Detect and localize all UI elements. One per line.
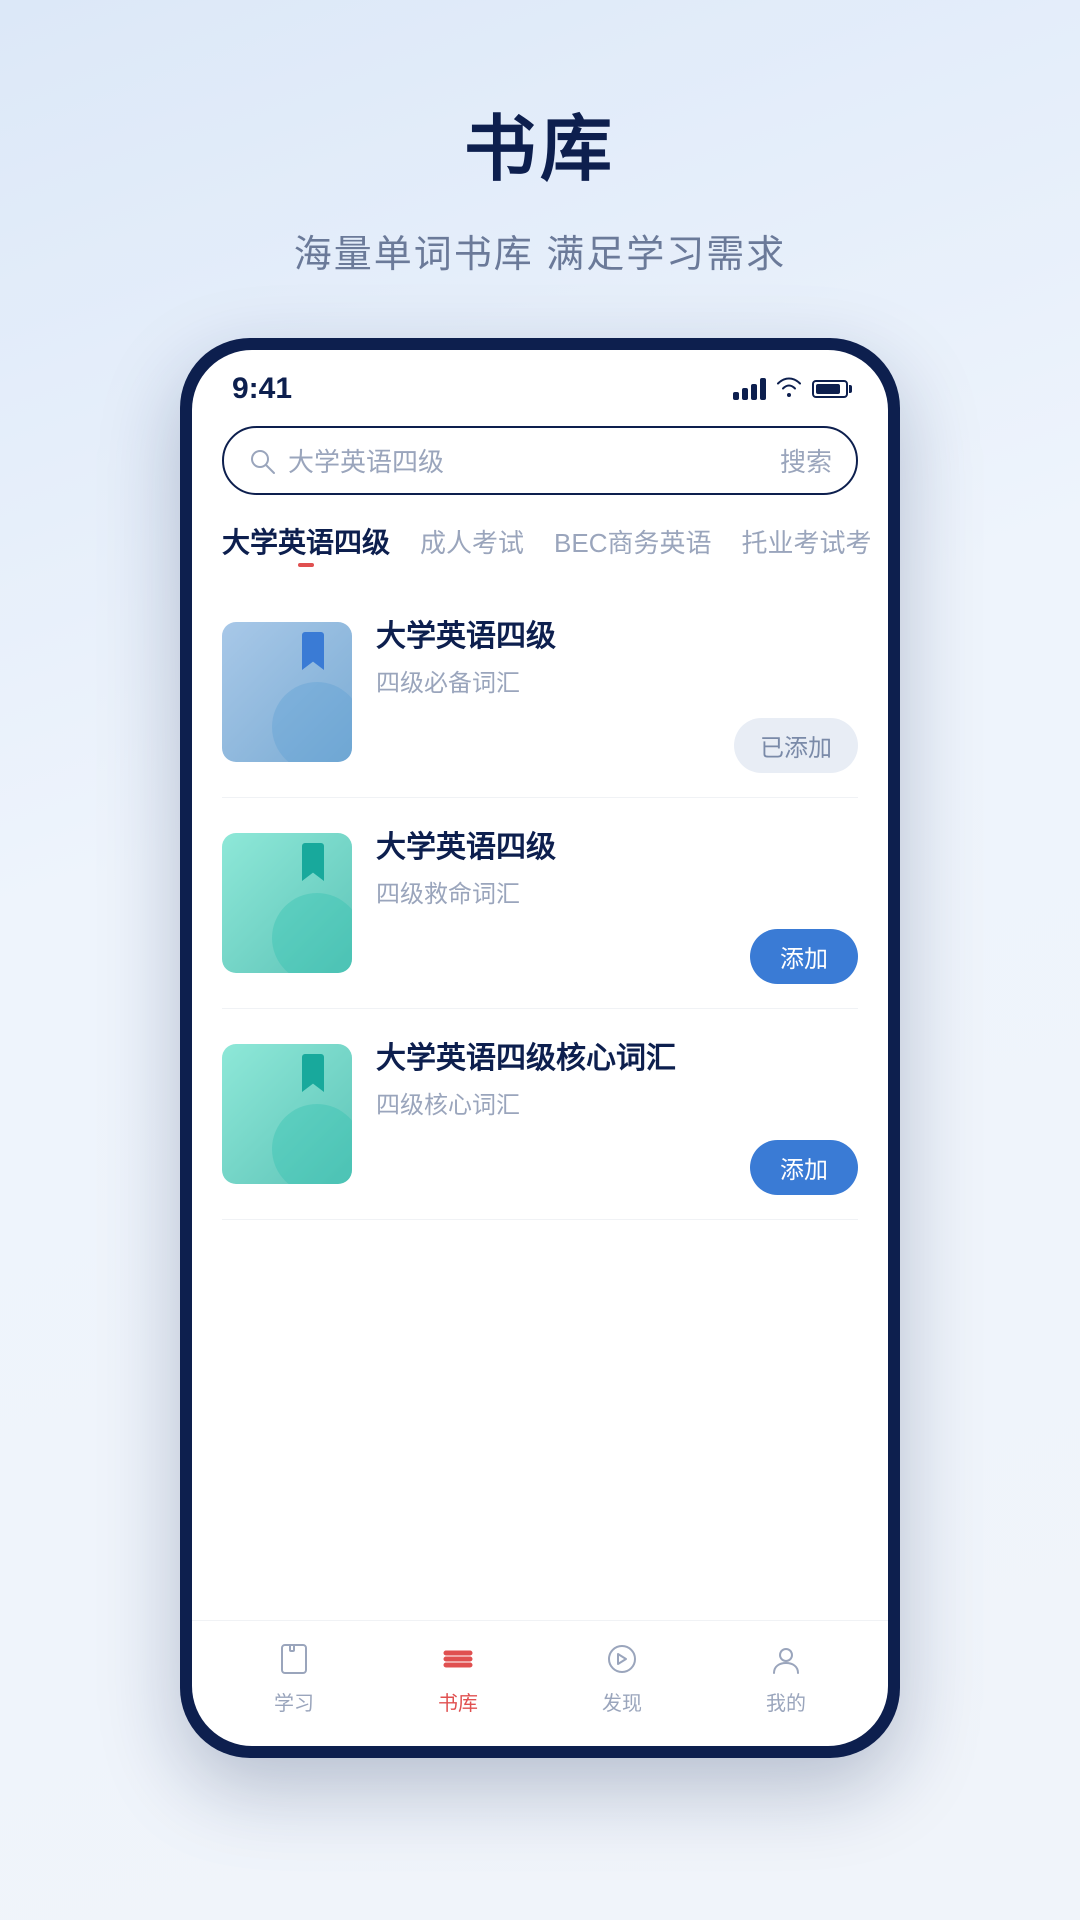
nav-label-mine: 我的 [766, 1687, 806, 1716]
list-item: 大学英语四级核心词汇 四级核心词汇 添加 [222, 1009, 858, 1220]
nav-item-library[interactable]: 书库 [436, 1637, 480, 1716]
search-icon [248, 447, 276, 475]
library-icon [436, 1637, 480, 1681]
book-name-1: 大学英语四级 [376, 611, 858, 655]
mine-icon [764, 1637, 808, 1681]
book-desc-2: 四级救命词汇 [376, 874, 858, 909]
nav-item-discover[interactable]: 发现 [600, 1637, 644, 1716]
book-desc-1: 四级必备词汇 [376, 663, 858, 698]
nav-item-mine[interactable]: 我的 [764, 1637, 808, 1716]
list-item: 大学英语四级 四级必备词汇 已添加 [222, 587, 858, 798]
study-icon [272, 1637, 316, 1681]
nav-item-study[interactable]: 学习 [272, 1637, 316, 1716]
signal-icon [733, 378, 766, 400]
book-desc-3: 四级核心词汇 [376, 1085, 858, 1120]
search-placeholder: 大学英语四级 [288, 442, 768, 479]
book-info-3: 大学英语四级核心词汇 四级核心词汇 添加 [376, 1033, 858, 1195]
status-icons [733, 375, 848, 403]
tab-toefl[interactable]: 托业考试考 [742, 523, 872, 560]
category-tabs: 大学英语四级 成人考试 BEC商务英语 托业考试考 [192, 511, 888, 577]
phone-screen: 9:41 [192, 350, 888, 1746]
add-button-3[interactable]: 添加 [750, 1140, 858, 1195]
battery-icon [812, 380, 848, 398]
tab-adult[interactable]: 成人考试 [420, 523, 524, 560]
status-time: 9:41 [232, 372, 292, 406]
added-button-1[interactable]: 已添加 [734, 718, 858, 773]
search-container: 大学英语四级 搜索 [192, 416, 888, 511]
nav-label-study: 学习 [274, 1687, 314, 1716]
book-cover-2 [222, 833, 352, 973]
page-title: 书库 [464, 90, 616, 195]
book-info-1: 大学英语四级 四级必备词汇 已添加 [376, 611, 858, 773]
tab-bec[interactable]: BEC商务英语 [554, 523, 711, 560]
tab-cet4[interactable]: 大学英语四级 [222, 521, 390, 561]
list-item: 大学英语四级 四级救命词汇 添加 [222, 798, 858, 1009]
wifi-icon [776, 375, 802, 403]
phone-frame: 9:41 [180, 338, 900, 1758]
page-subtitle: 海量单词书库 满足学习需求 [294, 223, 787, 278]
nav-label-library: 书库 [438, 1687, 478, 1716]
bottom-nav: 学习 书库 发现 [192, 1620, 888, 1746]
book-info-2: 大学英语四级 四级救命词汇 添加 [376, 822, 858, 984]
add-button-2[interactable]: 添加 [750, 929, 858, 984]
book-list: 大学英语四级 四级必备词汇 已添加 大学英语四级 四级救命词汇 添 [192, 577, 888, 1620]
book-name-2: 大学英语四级 [376, 822, 858, 866]
discover-icon [600, 1637, 644, 1681]
book-cover-3 [222, 1044, 352, 1184]
nav-label-discover: 发现 [602, 1687, 642, 1716]
book-name-3: 大学英语四级核心词汇 [376, 1033, 858, 1077]
status-bar: 9:41 [192, 350, 888, 416]
search-bar[interactable]: 大学英语四级 搜索 [222, 426, 858, 495]
search-button[interactable]: 搜索 [780, 442, 832, 479]
book-cover-1 [222, 622, 352, 762]
